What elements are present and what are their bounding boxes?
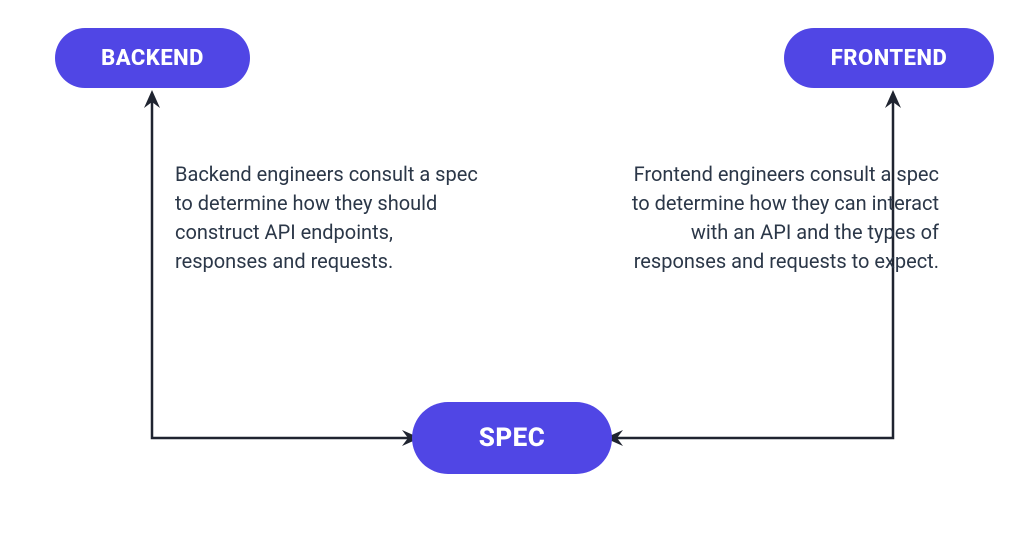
description-frontend: Frontend engineers consult a spec to det… <box>629 160 939 276</box>
node-frontend: FRONTEND <box>784 28 994 88</box>
node-backend: BACKEND <box>55 28 250 88</box>
description-backend: Backend engineers consult a spec to dete… <box>175 160 485 276</box>
node-spec: SPEC <box>412 402 612 474</box>
